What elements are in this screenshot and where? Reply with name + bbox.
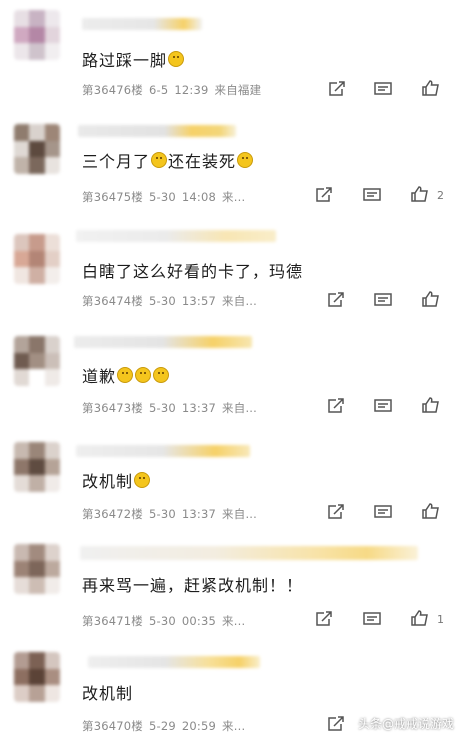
comment-text: 白瞎了这么好看的卡了，玛德: [82, 258, 303, 282]
avatar[interactable]: [14, 10, 60, 60]
username-blurred[interactable]: [74, 336, 252, 348]
reply-comment-icon[interactable]: [362, 610, 382, 628]
emoji-icon: [168, 51, 185, 67]
floor-number: 第36474楼: [82, 294, 143, 308]
share-icon[interactable]: [326, 291, 346, 309]
post-date: 5-30: [148, 190, 176, 204]
comment-text-content: 白瞎了这么好看的卡了，玛德: [82, 262, 304, 281]
post-date: 5-30: [148, 507, 176, 521]
username-blurred[interactable]: [80, 546, 418, 560]
post-time: 13:37: [181, 507, 217, 521]
username-blurred[interactable]: [88, 656, 260, 668]
comment-meta: 第36473楼 5-30 13:37 来自...: [82, 400, 263, 416]
avatar[interactable]: [14, 124, 60, 174]
username-blurred[interactable]: [76, 445, 250, 457]
username-blurred[interactable]: [82, 18, 202, 30]
like-count: 1: [437, 613, 444, 626]
comment-text: 道歉: [82, 363, 170, 387]
post-date: 5-30: [148, 294, 176, 308]
share-icon[interactable]: [314, 610, 334, 628]
comment-text: 再来骂一遍，赶紧改机制！！: [82, 572, 303, 596]
comment-text-content: 路过踩一脚: [82, 51, 168, 70]
emoji-icon: [134, 472, 151, 488]
username-blurred[interactable]: [76, 230, 276, 242]
post-time: 13:37: [181, 401, 217, 415]
avatar[interactable]: [14, 336, 60, 386]
post-source: 来自...: [222, 507, 258, 521]
post-source: 来...: [222, 190, 246, 204]
thumbs-up-icon[interactable]: [421, 502, 441, 520]
thumbs-up-icon[interactable]: [410, 609, 430, 627]
post-time: 12:39: [174, 83, 209, 97]
username-blurred[interactable]: [78, 125, 236, 137]
comment-text: 改机制: [82, 468, 151, 492]
comment-text-content: 三个月了: [82, 152, 151, 171]
floor-number: 第36475楼: [82, 190, 143, 204]
post-source: 来自...: [222, 401, 258, 415]
floor-number: 第36472楼: [82, 507, 143, 521]
share-icon[interactable]: [327, 80, 347, 98]
share-icon[interactable]: [326, 503, 346, 521]
thumbs-up-icon[interactable]: [421, 396, 441, 414]
watermark: 头条@戒戒说游戏: [357, 717, 454, 731]
emoji-icon: [117, 367, 134, 383]
post-time: 20:59: [181, 719, 217, 733]
avatar[interactable]: [14, 652, 60, 702]
comment-meta: 第36472楼 5-30 13:37 来自...: [82, 506, 263, 522]
reply-comment-icon[interactable]: [373, 291, 393, 309]
comment-text: 路过踩一脚: [82, 47, 185, 71]
comment-item: 再来骂一遍，赶紧改机制！！ 第36471楼 5-30 00:35 来... 1: [0, 534, 462, 644]
post-date: 5-30: [148, 614, 176, 628]
share-icon[interactable]: [326, 715, 346, 733]
post-source: 来自...: [222, 294, 258, 308]
post-source: 来...: [222, 614, 246, 628]
emoji-icon: [153, 367, 170, 383]
comment-item: 路过踩一脚 第36476楼 6-5 12:39 来自福建: [0, 0, 462, 110]
thumbs-up-icon[interactable]: [410, 185, 430, 203]
comment-item: 白瞎了这么好看的卡了，玛德 第36474楼 5-30 13:57 来自...: [0, 218, 462, 326]
comment-text-content: 再来骂一遍，赶紧改机制！！: [82, 576, 304, 595]
comment-meta: 第36475楼 5-30 14:08 来...: [82, 189, 251, 205]
avatar[interactable]: [14, 544, 60, 594]
emoji-icon: [135, 367, 152, 383]
emoji-icon: [237, 152, 254, 168]
comment-item: 道歉 第36473楼 5-30 13:37 来自...: [0, 326, 462, 430]
post-time: 00:35: [181, 614, 217, 628]
comment-item: 三个月了 还在装死 第36475楼 5-30 14:08 来... 2: [0, 110, 462, 218]
post-time: 14:08: [181, 190, 217, 204]
post-source: 来自福建: [214, 83, 262, 97]
reply-comment-icon[interactable]: [362, 186, 382, 204]
comment-item: 改机制 第36472楼 5-30 13:37 来自...: [0, 430, 462, 534]
like-count: 2: [437, 189, 444, 202]
post-date: 5-30: [148, 401, 176, 415]
comment-text-content: 道歉: [82, 367, 117, 386]
reply-comment-icon[interactable]: [373, 503, 393, 521]
post-date: 6-5: [148, 83, 169, 97]
post-source: 来...: [222, 719, 246, 733]
floor-number: 第36476楼: [82, 83, 143, 97]
share-icon[interactable]: [326, 397, 346, 415]
comment-text: 改机制: [82, 680, 133, 704]
share-icon[interactable]: [314, 186, 334, 204]
comment-text-content: 改机制: [82, 472, 134, 491]
reply-comment-icon[interactable]: [373, 80, 393, 98]
emoji-icon: [151, 152, 168, 168]
comment-text-content: 改机制: [82, 684, 134, 703]
comment-meta: 第36476楼 6-5 12:39 来自福建: [82, 82, 267, 98]
reply-comment-icon[interactable]: [373, 397, 393, 415]
comment-text: 三个月了 还在装死: [82, 148, 254, 172]
thumbs-up-icon[interactable]: [421, 290, 441, 308]
floor-number: 第36471楼: [82, 614, 143, 628]
thumbs-up-icon[interactable]: [421, 79, 441, 97]
avatar[interactable]: [14, 234, 60, 284]
post-time: 13:57: [181, 294, 217, 308]
comment-meta: 第36470楼 5-29 20:59 来...: [82, 718, 251, 734]
post-date: 5-29: [148, 719, 176, 733]
comment-meta: 第36471楼 5-30 00:35 来...: [82, 613, 251, 629]
avatar[interactable]: [14, 442, 60, 492]
floor-number: 第36470楼: [82, 719, 143, 733]
floor-number: 第36473楼: [82, 401, 143, 415]
comment-text-content-2: 还在装死: [168, 152, 237, 171]
comment-meta: 第36474楼 5-30 13:57 来自...: [82, 293, 263, 309]
